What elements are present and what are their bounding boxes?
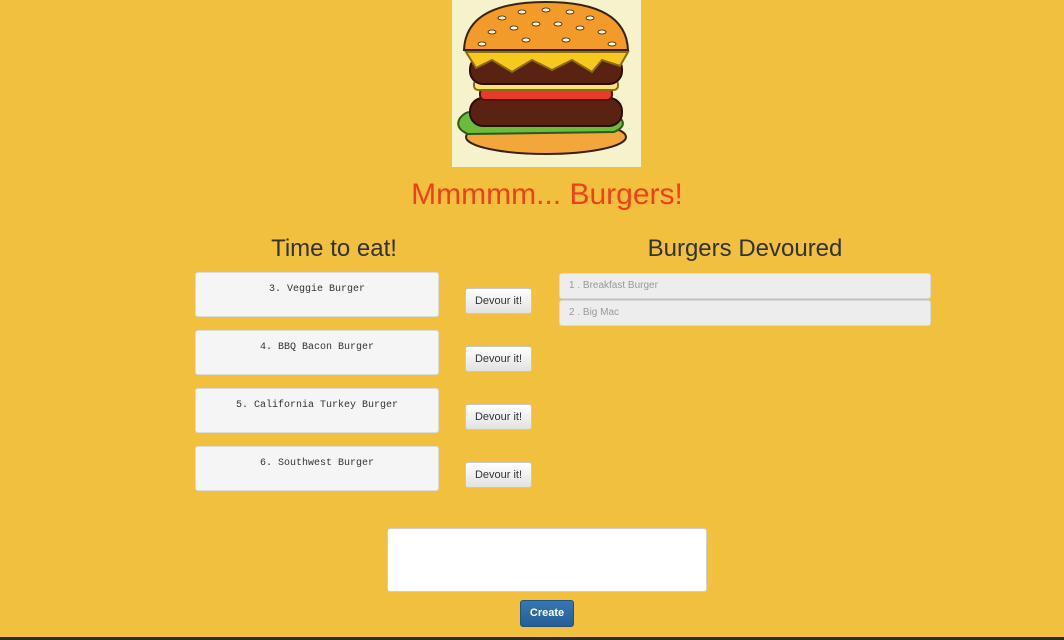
devour-button[interactable]: Devour it! xyxy=(465,462,532,488)
devour-button[interactable]: Devour it! xyxy=(465,404,532,430)
create-button[interactable]: Create xyxy=(520,600,574,627)
burger-item: 5. California Turkey Burger xyxy=(195,388,439,433)
burger-item: 3. Veggie Burger xyxy=(195,272,439,317)
devoured-item: 2 . Big Mac xyxy=(559,300,931,326)
page-title: Mmmmm... Burgers! xyxy=(411,178,683,211)
burger-item: 4. BBQ Bacon Burger xyxy=(195,330,439,375)
burger-image xyxy=(452,0,641,167)
burger-name-input[interactable] xyxy=(387,528,707,592)
devour-button[interactable]: Devour it! xyxy=(465,288,532,314)
devoured-item: 1 . Breakfast Burger xyxy=(559,273,931,299)
time-to-eat-heading: Time to eat! xyxy=(271,235,397,262)
burger-item: 6. Southwest Burger xyxy=(195,446,439,491)
devour-button[interactable]: Devour it! xyxy=(465,346,532,372)
burgers-devoured-heading: Burgers Devoured xyxy=(647,235,843,262)
